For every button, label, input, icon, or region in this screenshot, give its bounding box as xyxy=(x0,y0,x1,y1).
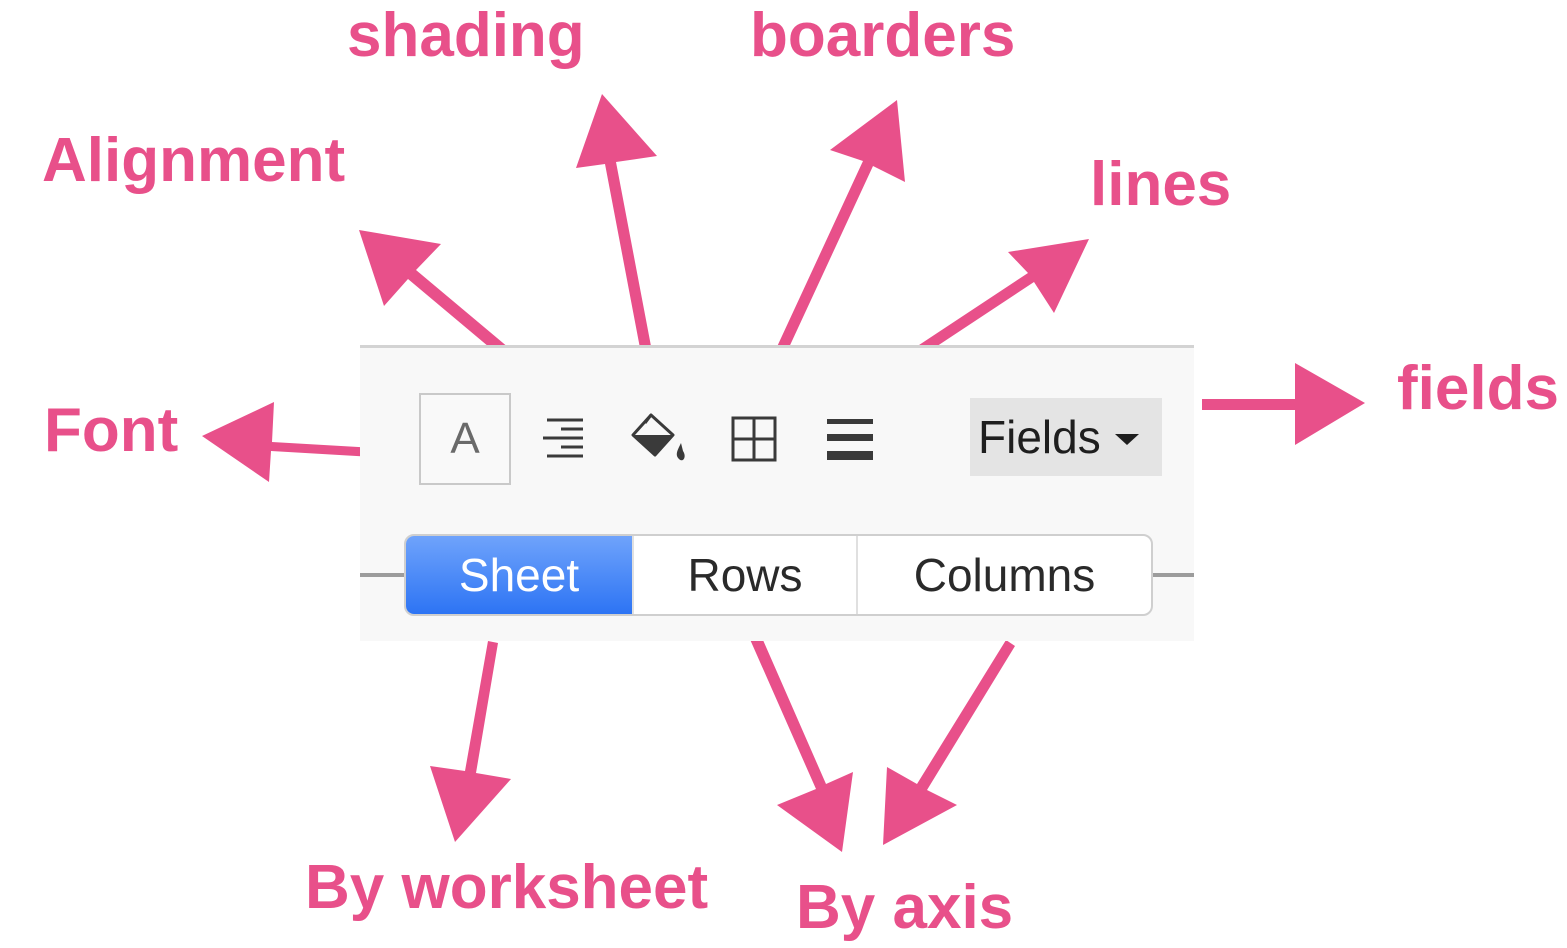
lines-button[interactable] xyxy=(822,413,878,465)
boarders-arrow xyxy=(763,100,905,382)
by-axis-rows-arrow xyxy=(745,624,853,852)
fields-label: Fields xyxy=(978,411,1101,463)
annotation-lines: lines xyxy=(1090,150,1232,219)
annotation-shading: shading xyxy=(347,1,585,70)
annotation-by-axis: By axis xyxy=(796,873,1014,942)
annotation-boarders: boarders xyxy=(750,1,1016,70)
segment-columns[interactable]: Columns xyxy=(856,536,1151,614)
fields-arrow xyxy=(1202,363,1365,445)
font-icon: A xyxy=(450,414,480,463)
alignment-button[interactable] xyxy=(536,414,590,464)
annotation-alignment: Alignment xyxy=(42,126,346,195)
annotation-by-worksheet: By worksheet xyxy=(305,853,709,922)
borders-button[interactable] xyxy=(728,413,780,465)
segment-sheet[interactable]: Sheet xyxy=(406,536,632,614)
caret-down-icon xyxy=(1114,433,1139,445)
scope-segmented-control[interactable]: Sheet Rows Columns xyxy=(404,534,1153,616)
shading-button[interactable] xyxy=(626,408,690,468)
paint-bucket-icon xyxy=(631,413,685,461)
annotation-fields: fields xyxy=(1397,354,1559,423)
borders-grid-icon xyxy=(731,416,777,462)
annotation-font: Font xyxy=(44,396,179,465)
lines-icon xyxy=(827,419,873,460)
by-worksheet-arrow xyxy=(430,641,511,842)
align-right-icon xyxy=(543,418,583,458)
font-button[interactable]: A xyxy=(419,393,511,485)
fields-dropdown[interactable]: Fields xyxy=(970,398,1162,476)
segment-rows[interactable]: Rows xyxy=(632,536,856,614)
by-axis-columns-arrow xyxy=(883,640,1015,845)
